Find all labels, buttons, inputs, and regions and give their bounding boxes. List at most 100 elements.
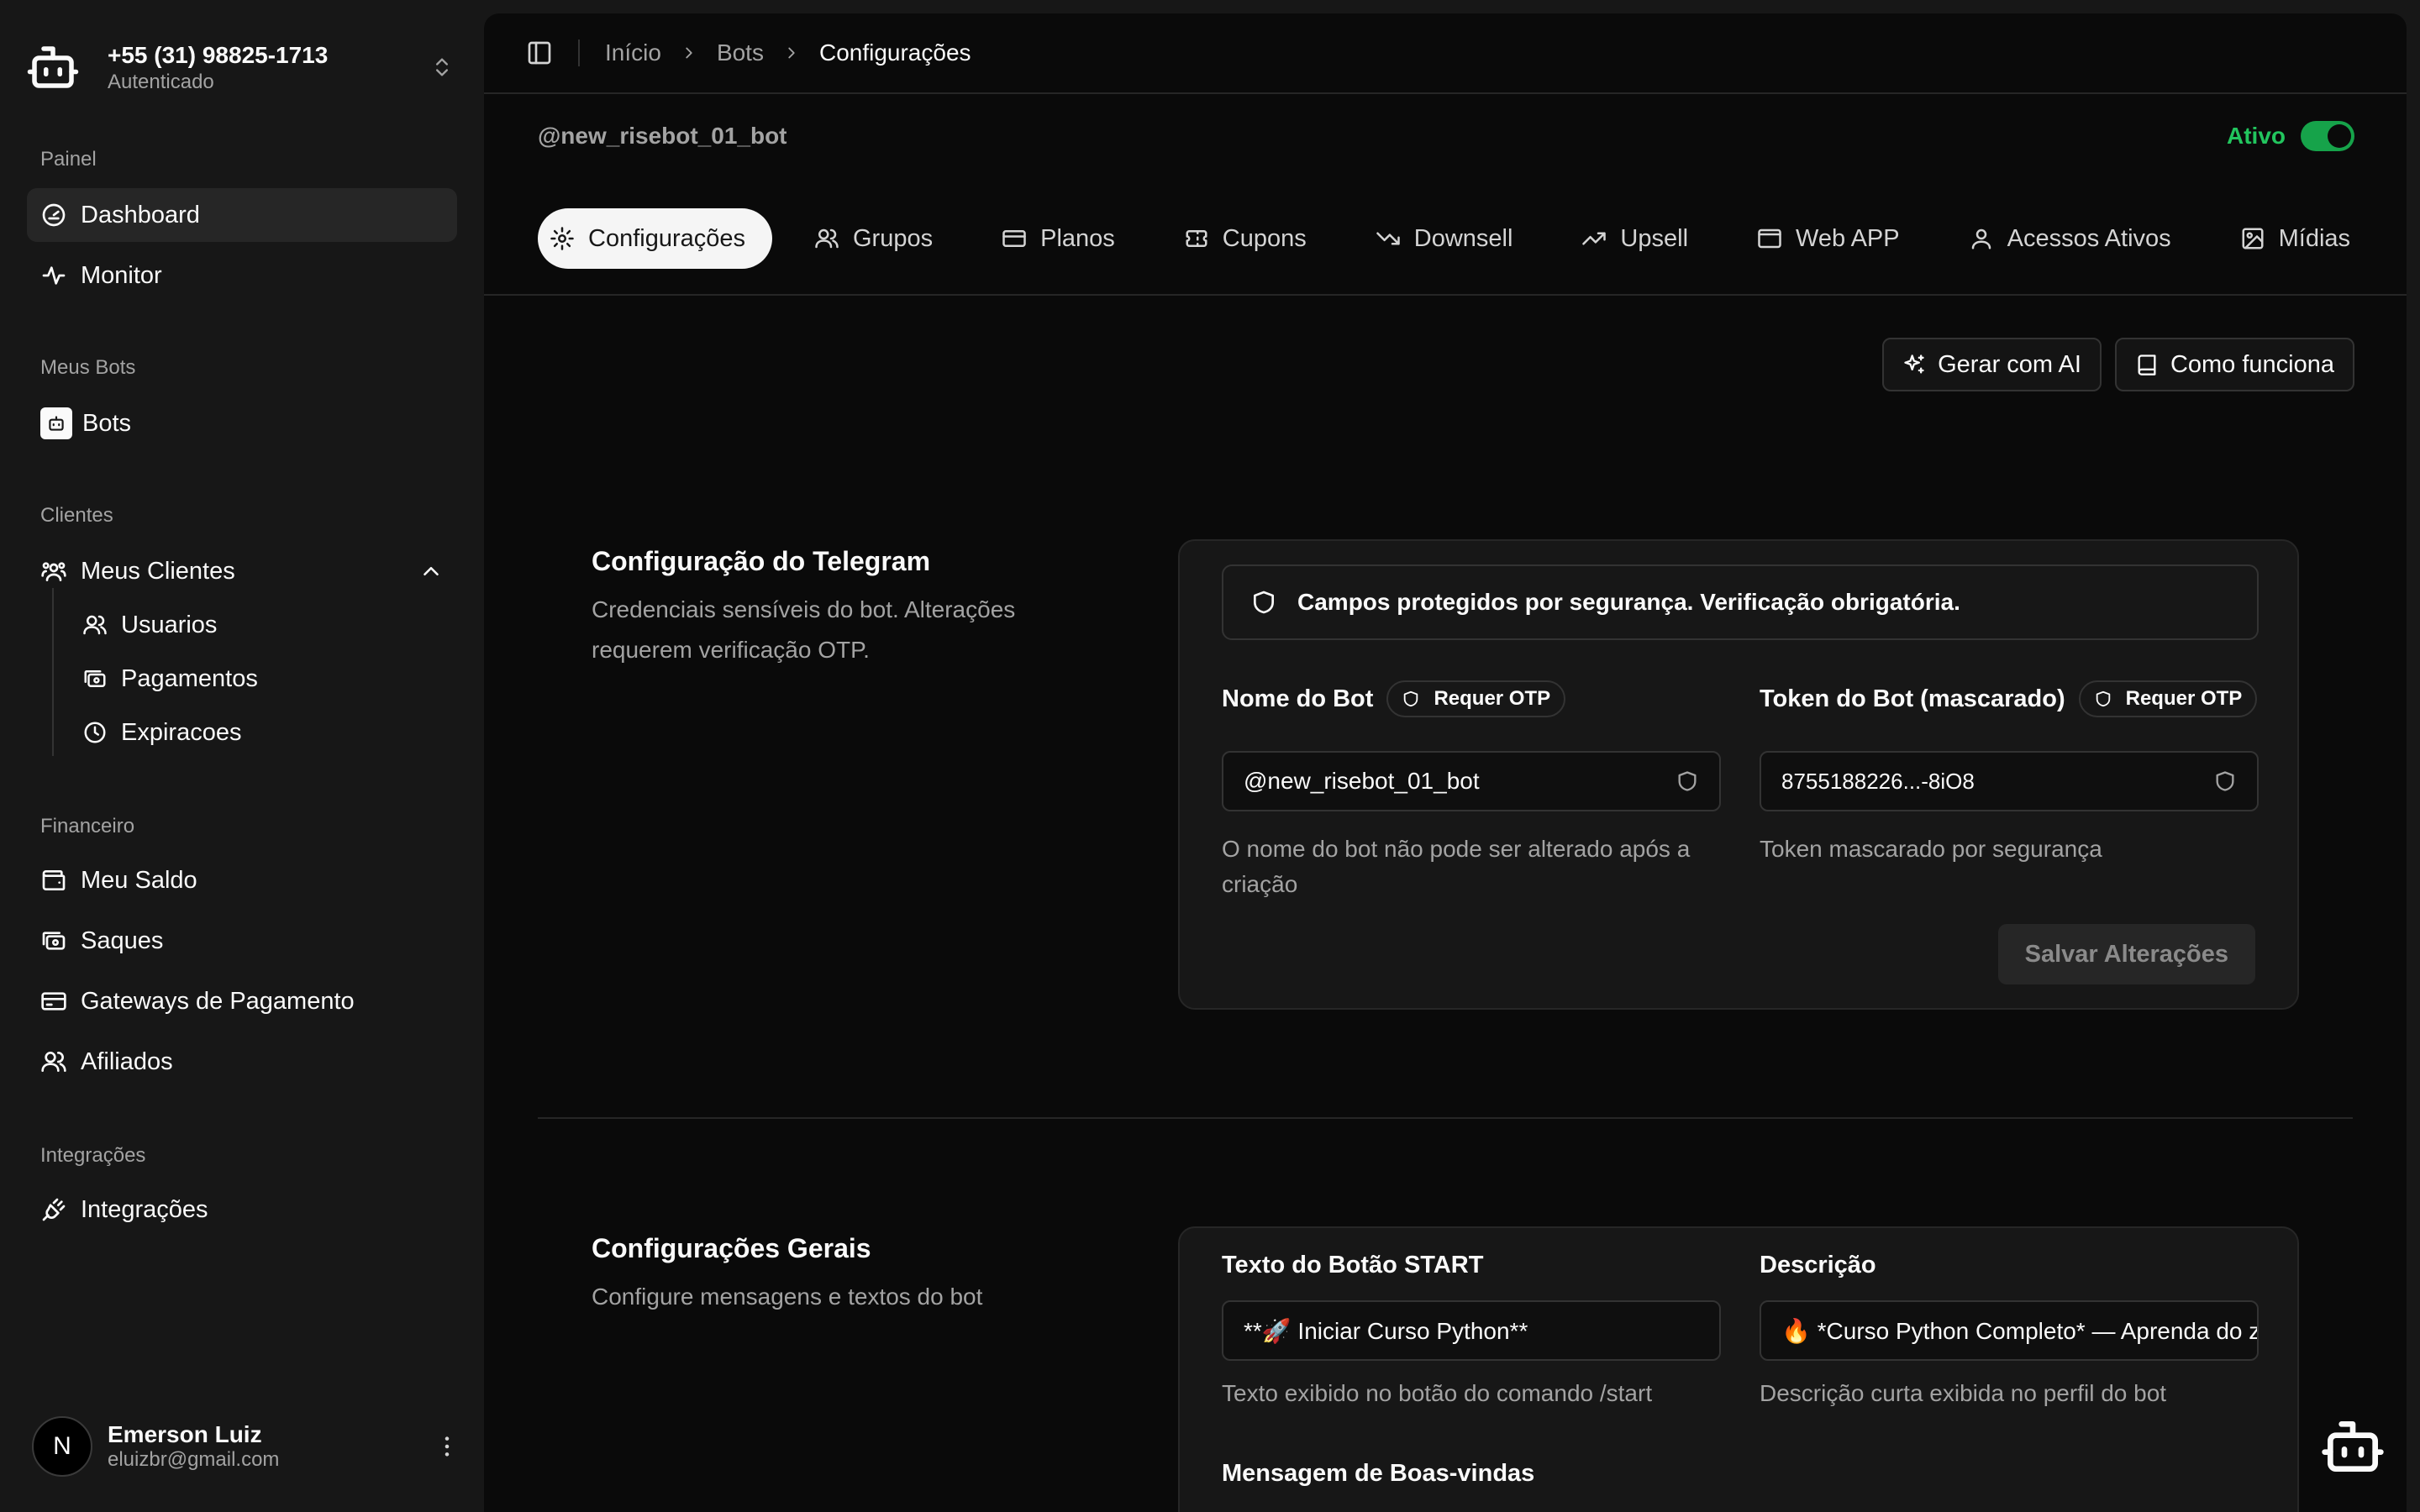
sidebar-item-meu-saldo[interactable]: Meu Saldo <box>27 853 457 907</box>
button-label: Como funciona <box>2170 350 2334 378</box>
how-it-works-button[interactable]: Como funciona <box>2114 338 2354 391</box>
group-label-painel: Painel <box>40 148 97 171</box>
tab-planos[interactable]: Planos <box>976 208 1140 269</box>
sidebar-item-bots[interactable]: Bots <box>27 396 457 450</box>
sidebar-item-integracoes[interactable]: Integrações <box>27 1183 457 1236</box>
bot-assistant-icon[interactable] <box>2319 1413 2386 1480</box>
section-title-telegram: Configuração do Telegram <box>592 546 931 576</box>
main-content: Início Bots Configurações @new_risebot_0… <box>484 13 2407 1512</box>
image-icon <box>2240 226 2265 251</box>
start-button-help: Texto exibido no botão do comando /start <box>1222 1380 1653 1406</box>
gauge-icon <box>40 202 67 228</box>
chevron-right-icon <box>680 44 698 62</box>
tab-upsell[interactable]: Upsell <box>1556 208 1713 269</box>
bot-token-help: Token mascarado por segurança <box>1760 836 2102 862</box>
book-icon <box>2135 353 2159 376</box>
banknote-icon <box>40 927 67 954</box>
save-changes-button[interactable]: Salvar Alterações <box>1997 924 2255 984</box>
bot-icon <box>40 407 72 439</box>
sidebar-item-saques[interactable]: Saques <box>27 914 457 968</box>
tab-label: Downsell <box>1413 224 1513 252</box>
breadcrumb-inicio[interactable]: Início <box>605 39 661 66</box>
notice-text: Campos protegidos por segurança. Verific… <box>1297 589 1960 615</box>
sidebar: +55 (31) 98825-1713 Autenticado Painel D… <box>0 0 484 1512</box>
description-field[interactable]: 🔥 *Curso Python Completo* — Aprenda do z… <box>1760 1300 2259 1361</box>
user-email: eluizbr@gmail.com <box>108 1448 280 1471</box>
bot-name-field[interactable]: @new_risebot_01_bot <box>1222 751 1721 811</box>
start-button-field[interactable]: **🚀 Iniciar Curso Python** <box>1222 1300 1721 1361</box>
tab-grupos[interactable]: Grupos <box>789 208 958 269</box>
tab-label: Cupons <box>1222 224 1307 252</box>
bot-token-field[interactable]: 8755188226...-8iO8 <box>1760 751 2259 811</box>
group-label-financeiro: Financeiro <box>40 815 135 837</box>
breadcrumb-bots[interactable]: Bots <box>717 39 764 66</box>
user-icon <box>1969 226 1994 251</box>
section-title-general: Configurações Gerais <box>592 1233 871 1263</box>
sidebar-subitem-pagamentos[interactable]: Pagamentos <box>77 654 258 704</box>
otp-badge: Requer OTP <box>1386 680 1566 717</box>
shield-icon <box>2213 769 2237 793</box>
status-label: Ativo <box>2227 123 2286 149</box>
badge-text: Requer OTP <box>2125 687 2243 710</box>
chevron-up-icon <box>418 559 444 584</box>
tab-acessos-ativos[interactable]: Acessos Ativos <box>1944 208 2196 269</box>
group-label-clientes: Clientes <box>40 504 113 527</box>
tab-label: Upsell <box>1620 224 1689 252</box>
sidebar-subitem-label: Expiracoes <box>121 718 242 746</box>
sidebar-subitem-expiracoes[interactable]: Expiracoes <box>77 707 241 758</box>
start-button-label: Texto do Botão START <box>1222 1252 1484 1278</box>
bot-token-label: Token do Bot (mascarado) Requer OTP <box>1760 680 2258 717</box>
tab-label: Web APP <box>1796 224 1900 252</box>
description-help: Descrição curta exibida no perfil do bot <box>1760 1380 2167 1406</box>
sidebar-toggle-icon[interactable] <box>526 39 553 66</box>
sidebar-item-monitor[interactable]: Monitor <box>27 249 457 302</box>
sidebar-item-label: Meus Clientes <box>81 557 235 585</box>
sidebar-item-label: Gateways de Pagamento <box>81 987 355 1015</box>
gear-icon <box>550 226 575 251</box>
shield-icon <box>2094 690 2112 708</box>
action-buttons: Gerar com AI Como funciona <box>1869 338 2354 391</box>
tab-downsell[interactable]: Downsell <box>1350 208 1539 269</box>
generate-ai-button[interactable]: Gerar com AI <box>1882 338 2102 391</box>
clock-icon <box>82 720 108 745</box>
ticket-icon <box>1184 226 1209 251</box>
section-divider <box>538 1117 2353 1119</box>
trending-up-icon <box>1581 226 1607 251</box>
breadcrumb: Início Bots Configurações <box>605 39 971 66</box>
account-switcher[interactable]: +55 (31) 98825-1713 Autenticado <box>25 34 454 101</box>
section-desc-general: Configure mensagens e textos do bot <box>592 1284 983 1310</box>
tab-label: Configurações <box>588 224 745 252</box>
welcome-message-label: Mensagem de Boas-vindas <box>1222 1460 1535 1487</box>
users-icon <box>82 612 108 638</box>
sparkles-icon <box>1902 353 1926 376</box>
tab-label: Acessos Ativos <box>2007 224 2171 252</box>
field-value: 🔥 *Curso Python Completo* — Aprenda do z… <box>1781 1317 2259 1344</box>
sidebar-subitem-label: Pagamentos <box>121 664 258 692</box>
app-window-icon <box>1757 226 1782 251</box>
shield-icon <box>1676 769 1699 793</box>
tab-label: Mídias <box>2278 224 2351 252</box>
sidebar-item-dashboard[interactable]: Dashboard <box>27 188 457 242</box>
sidebar-subitem-usuarios[interactable]: Usuarios <box>77 600 217 650</box>
group-label-meus-bots: Meus Bots <box>40 356 136 379</box>
field-value: @new_risebot_01_bot <box>1244 768 1480 794</box>
tab-cupons[interactable]: Cupons <box>1159 208 1332 269</box>
more-vertical-icon[interactable] <box>434 1433 460 1460</box>
top-bar: Início Bots Configurações <box>484 13 2407 94</box>
tab-web-app[interactable]: Web APP <box>1732 208 1925 269</box>
button-label: Gerar com AI <box>1938 350 2081 378</box>
tab-configuracoes[interactable]: Configurações <box>538 208 772 269</box>
tab-midias[interactable]: Mídias <box>2215 208 2353 269</box>
otp-badge: Requer OTP <box>2078 680 2258 717</box>
sidebar-item-afiliados[interactable]: Afiliados <box>27 1035 457 1089</box>
user-menu[interactable]: N Emerson Luiz eluizbr@gmail.com <box>32 1416 460 1477</box>
active-toggle[interactable] <box>2301 121 2354 151</box>
bot-name-help: O nome do bot não pode ser alterado após… <box>1222 836 1691 897</box>
wallet-icon <box>40 867 67 894</box>
sidebar-item-gateways[interactable]: Gateways de Pagamento <box>27 974 457 1028</box>
sidebar-item-meus-clientes[interactable]: Meus Clientes <box>27 544 457 598</box>
plug-icon <box>40 1196 67 1223</box>
label-text: Nome do Bot <box>1222 685 1374 712</box>
sidebar-item-label: Meu Saldo <box>81 866 197 894</box>
label-text: Token do Bot (mascarado) <box>1760 685 2065 712</box>
